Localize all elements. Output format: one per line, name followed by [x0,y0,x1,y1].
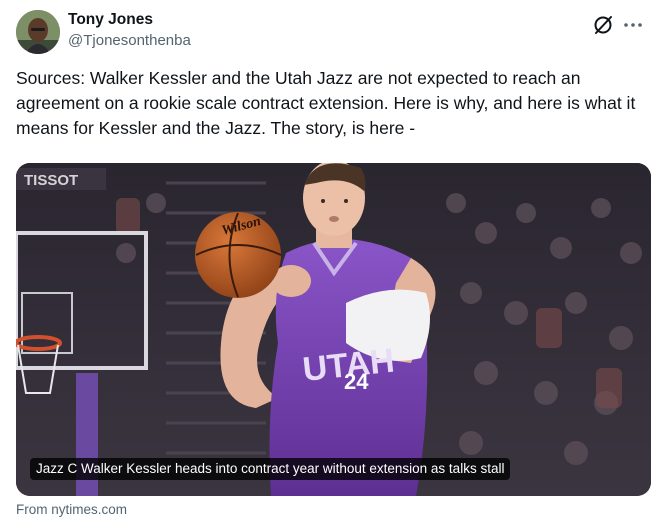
card-source[interactable]: From nytimes.com [16,501,127,519]
card-headline: Jazz C Walker Kessler heads into contrac… [30,458,511,480]
author-names: Tony Jones @Tjonesonthenba [68,10,191,51]
card-image: TISSOT Wilson UTAH 24 [16,163,651,496]
more-dots-icon[interactable] [622,16,644,34]
sign-text: TISSOT [24,172,78,189]
jersey-number: 24 [344,369,369,394]
handle[interactable]: @Tjonesonthenba [68,31,191,51]
avatar[interactable] [16,10,60,54]
display-name[interactable]: Tony Jones [68,10,191,30]
link-card[interactable]: TISSOT Wilson UTAH 24 Jazz C Walker Kess… [16,163,651,496]
grok-slash-circle-icon[interactable] [592,14,614,36]
tweet-text: Sources: Walker Kessler and the Utah Jaz… [16,68,636,138]
tweet-header: Tony Jones @Tjonesonthenba [16,8,644,56]
